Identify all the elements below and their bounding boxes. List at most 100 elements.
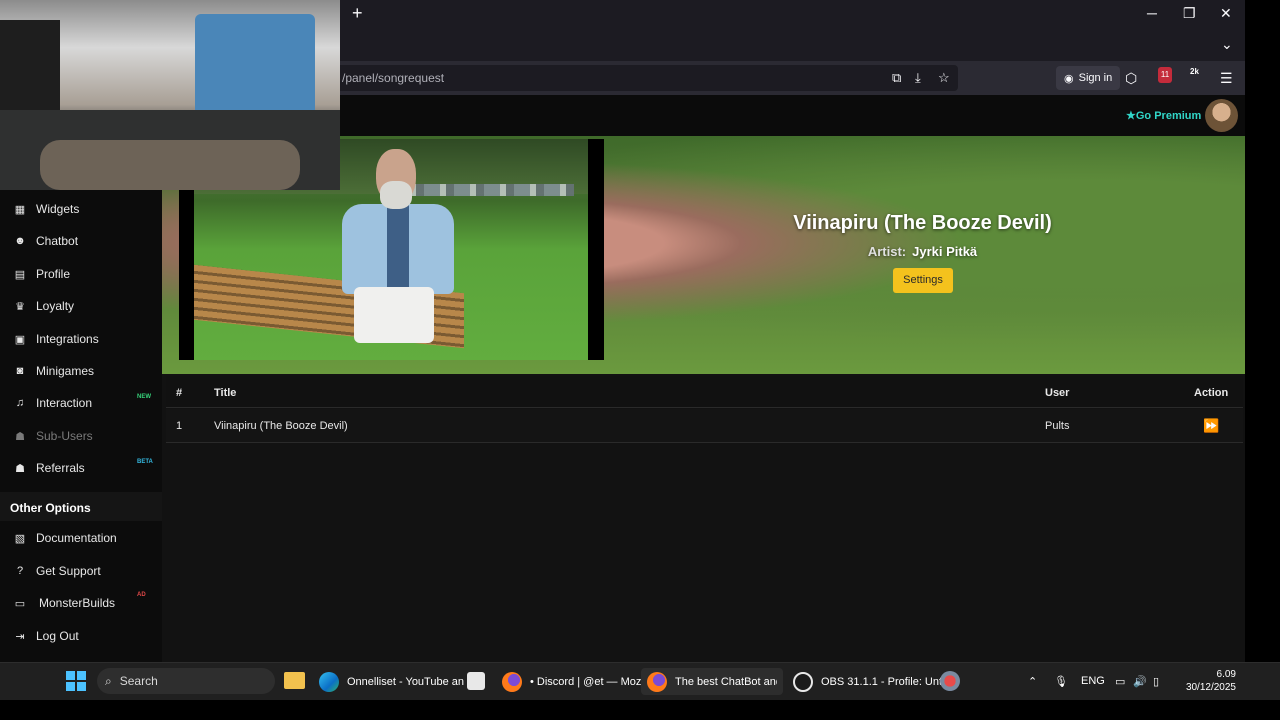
sidebar-item-minigames[interactable]: ◙ Minigames — [0, 357, 162, 385]
sidebar-item-label: Interaction — [36, 396, 93, 410]
trophy-icon: ♛ — [15, 300, 25, 313]
question-icon: ? — [16, 565, 24, 577]
queue-table-header: # Title User Action — [166, 376, 1243, 408]
taskbar-app-label: • Discord | @et — Mozil — [530, 675, 647, 688]
taskbar-app-label: Onnelliset - YouTube an — [347, 675, 465, 688]
close-window-button[interactable]: ✕ — [1220, 5, 1232, 22]
sidebar-item-loyalty[interactable]: ♛ Loyalty — [0, 292, 162, 320]
extensions-icon[interactable]: ⬡ — [1125, 70, 1137, 87]
go-premium-label: Go Premium — [1135, 110, 1202, 122]
menu-icon[interactable]: ☰ — [1220, 70, 1233, 87]
sidebar-item-label: MonsterBuilds — [39, 596, 116, 610]
column-action: Action — [1194, 387, 1229, 399]
sidebar-item-referrals[interactable]: ☗ Referrals BETA — [0, 454, 162, 482]
sign-in-button[interactable]: ◉ Sign in — [1056, 66, 1121, 90]
video-person — [342, 149, 454, 349]
taskbar-app-edge[interactable]: Onnelliset - YouTube an — [313, 668, 470, 695]
id-card-icon: ▤ — [14, 268, 26, 281]
sidebar-item-widgets[interactable]: ▦ Widgets — [0, 195, 162, 223]
tab-list-button[interactable]: ⌄ — [1221, 36, 1233, 53]
star-icon: ★ — [1126, 110, 1136, 122]
sidebar-item-label: Chatbot — [36, 234, 79, 248]
firefox-icon — [502, 671, 522, 692]
bookmark-star-icon[interactable]: ☆ — [938, 70, 950, 86]
picture-in-picture-icon[interactable]: ⧉ — [892, 70, 901, 86]
gamepad-icon: ◙ — [16, 365, 24, 377]
taskbar-app-firefox-chatbot[interactable]: The best ChatBot and W — [641, 668, 783, 695]
artist-label: Artist: — [867, 244, 907, 259]
firefox-icon — [647, 671, 667, 692]
sidebar-item-label: Profile — [36, 267, 71, 281]
logout-icon: ⇥ — [15, 630, 25, 643]
sidebar-item-label: Documentation — [36, 531, 117, 545]
person-beard — [380, 181, 412, 209]
webcam-blanket — [40, 140, 300, 190]
skip-icon[interactable]: ⏩ — [1203, 418, 1219, 434]
app-icon[interactable] — [940, 671, 960, 691]
user-group-icon: ☗ — [15, 462, 25, 475]
laptop-icon: ▭ — [14, 597, 26, 610]
sidebar-item-interaction[interactable]: ♫ Interaction NEW — [0, 389, 162, 417]
sidebar-item-documentation[interactable]: ▧ Documentation — [0, 524, 162, 552]
new-tab-button[interactable]: + — [352, 4, 363, 22]
scroll-icon: ▧ — [14, 532, 26, 545]
sign-in-label: Sign in — [1078, 72, 1113, 84]
new-tag: NEW — [137, 394, 151, 400]
sidebar-item-get-support[interactable]: ? Get Support — [0, 557, 162, 585]
extension-badge-2k[interactable]: 2k — [1190, 67, 1199, 76]
column-number: # — [176, 387, 183, 399]
sidebar-item-chatbot[interactable]: ☻ Chatbot — [0, 227, 162, 255]
artist-line: Artist: Jyrki Pitkä — [700, 244, 1145, 259]
microphone-icon[interactable]: 🎙 — [1054, 675, 1068, 688]
sidebar-item-label: Sub-Users — [36, 429, 93, 443]
webcam-clothes — [0, 20, 60, 120]
users-icon: ☗ — [15, 430, 25, 443]
sidebar-item-label: Log Out — [36, 629, 79, 643]
taskbar-app-label: OBS 31.1.1 - Profile: Unti — [821, 675, 945, 688]
language-indicator[interactable]: ENG — [1081, 675, 1105, 687]
table-row: 1 Viinapiru (The Booze Devil) Pults ⏩ — [166, 409, 1243, 443]
song-title: Viinapiru (The Booze Devil) — [793, 212, 1052, 234]
taskbar-search[interactable]: ⌕ Search — [97, 668, 275, 694]
ad-tag: AD — [137, 592, 146, 598]
clock[interactable]: 6.09 30/12/2025 — [1172, 668, 1236, 694]
other-options-heading: Other Options — [0, 492, 162, 521]
sidebar-item-log-out[interactable]: ⇥ Log Out — [0, 622, 162, 650]
restore-button[interactable]: ❐ — [1183, 5, 1196, 22]
taskbar-app-obs[interactable]: OBS 31.1.1 - Profile: Unti — [787, 668, 951, 695]
row-user: Pults — [1045, 420, 1070, 432]
sidebar-item-label: Get Support — [36, 564, 101, 578]
taskbar-app-firefox-discord[interactable]: • Discord | @et — Mozil — [496, 668, 652, 695]
avatar[interactable] — [1205, 99, 1238, 132]
robot-icon: ☻ — [14, 235, 26, 247]
sidebar-item-monsterbuilds[interactable]: ▭ MonsterBuilds AD — [0, 589, 162, 617]
music-icon: ♫ — [15, 397, 25, 409]
artist-name: Jyrki Pitkä — [912, 244, 978, 259]
webcam-overlay — [0, 0, 340, 190]
go-premium-link[interactable]: ★Go Premium — [1126, 109, 1201, 122]
network-icon[interactable]: ▭ — [1115, 675, 1125, 688]
extension-badge[interactable]: 11 — [1158, 67, 1172, 83]
settings-button[interactable]: Settings — [893, 268, 953, 293]
person-jacket — [342, 204, 454, 294]
sidebar-item-sub-users[interactable]: ☗ Sub-Users — [0, 422, 162, 450]
address-bar[interactable]: /panel/songrequest ⧉ ⤓ ☆ — [300, 65, 958, 91]
sidebar-item-profile[interactable]: ▤ Profile — [0, 260, 162, 288]
search-icon: ⌕ — [105, 673, 112, 688]
sidebar-item-integrations[interactable]: ▣ Integrations — [0, 325, 162, 353]
chevron-up-icon[interactable]: ⌃ — [1028, 675, 1037, 688]
row-number: 1 — [176, 420, 183, 432]
download-icon[interactable]: ⤓ — [915, 70, 921, 86]
column-user: User — [1045, 387, 1070, 399]
sidebar-item-label: Minigames — [36, 364, 95, 378]
battery-icon[interactable]: ▯ — [1153, 675, 1159, 688]
taskbar-app-label: The best ChatBot and W — [675, 675, 777, 688]
widgets-icon: ▦ — [14, 203, 26, 216]
windows-start-icon[interactable] — [66, 671, 86, 691]
volume-icon[interactable]: 🔊 — [1133, 675, 1147, 688]
store-icon[interactable] — [467, 672, 485, 690]
minimize-button[interactable]: ─ — [1147, 5, 1157, 21]
beta-tag: BETA — [137, 459, 153, 465]
taskbar-search-label: Search — [119, 674, 158, 688]
file-explorer-icon[interactable] — [284, 672, 305, 689]
